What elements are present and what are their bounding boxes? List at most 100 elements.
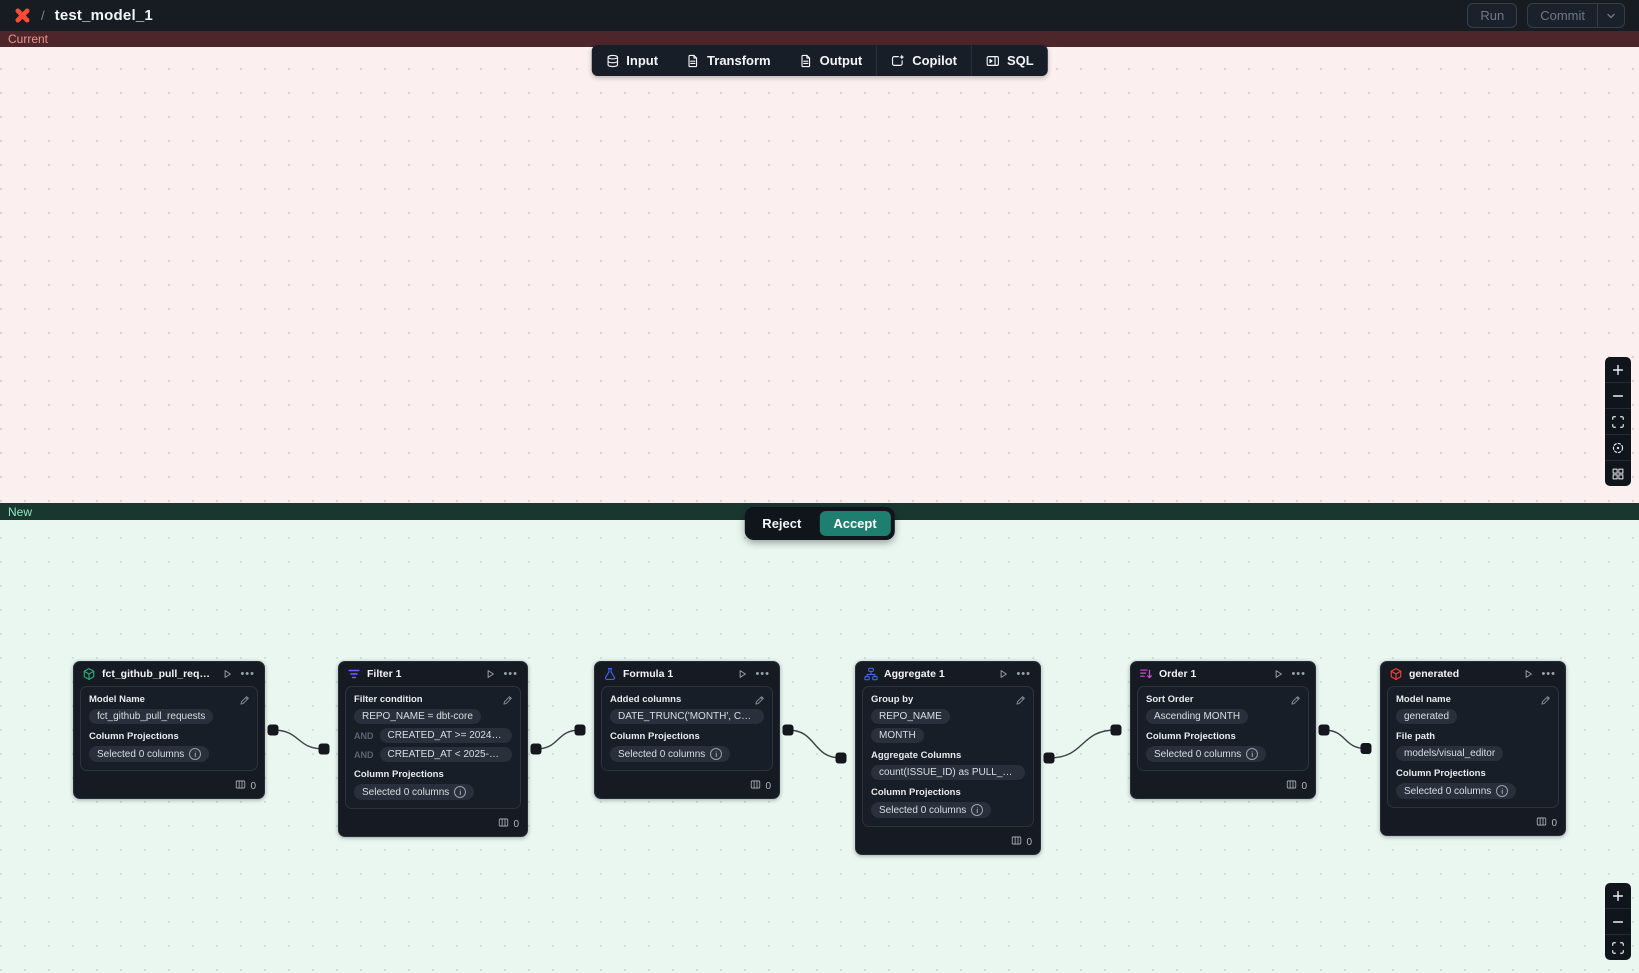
edge-connector[interactable]	[788, 730, 841, 758]
file-icon	[799, 54, 813, 68]
node-sections: Model namegeneratedFile pathmodels/visua…	[1396, 694, 1550, 799]
more-menu-icon[interactable]: •••	[502, 669, 519, 680]
commit-button[interactable]: Commit	[1528, 4, 1597, 27]
target-handle[interactable]	[575, 725, 586, 736]
play-icon[interactable]	[1522, 668, 1534, 680]
chevron-down-icon[interactable]	[1598, 4, 1624, 27]
section-label: Column Projections	[354, 769, 512, 780]
zoom-out-button[interactable]	[1605, 908, 1631, 934]
target-handle[interactable]	[1361, 743, 1372, 754]
center-view-button[interactable]	[1605, 434, 1631, 460]
node-row: count(ISSUE_ID) as PULL_REQUEST_…	[871, 765, 1025, 780]
source-handle[interactable]	[531, 744, 542, 755]
edge-connector[interactable]	[273, 730, 324, 749]
more-menu-icon[interactable]: •••	[1540, 669, 1557, 680]
formula-flask-icon	[603, 667, 617, 681]
play-icon[interactable]	[1272, 668, 1284, 680]
info-icon[interactable]: i	[189, 748, 201, 760]
visual-editor-app: / test_model_1 Run Commit Current New fc…	[0, 0, 1639, 973]
node-body: Model namegeneratedFile pathmodels/visua…	[1387, 686, 1559, 808]
node-header: Order 1 •••	[1131, 662, 1315, 685]
value-pill: generated	[1396, 709, 1457, 724]
commit-button-group[interactable]: Commit	[1527, 3, 1625, 28]
info-icon[interactable]: i	[1246, 748, 1258, 760]
node-fct-github-pull-requests[interactable]: fct_github_pull_requests ••• Model Namef…	[73, 661, 265, 799]
columns-icon	[235, 779, 246, 793]
dbt-logo-icon[interactable]	[14, 7, 31, 24]
info-icon[interactable]: i	[454, 786, 466, 798]
more-menu-icon[interactable]: •••	[239, 669, 256, 680]
value-pill: CREATED_AT < 2025-03-01	[380, 747, 513, 762]
edge-connector[interactable]	[1049, 730, 1116, 758]
pill-text: REPO_NAME = dbt-core	[362, 711, 473, 722]
node-row: Selected 0 columnsi	[1396, 783, 1550, 799]
play-icon[interactable]	[736, 668, 748, 680]
node-row: Selected 0 columnsi	[354, 784, 512, 800]
info-icon[interactable]: i	[1496, 785, 1508, 797]
toolbar-item-input[interactable]: Input	[591, 45, 672, 76]
review-bar: Reject Accept	[744, 507, 894, 540]
plus-icon	[1611, 889, 1625, 903]
source-handle[interactable]	[1044, 753, 1055, 764]
run-button[interactable]: Run	[1467, 3, 1517, 28]
edit-pencil-icon[interactable]	[1015, 693, 1026, 711]
fit-view-button[interactable]	[1605, 934, 1631, 960]
node-sections: Added columnsDATE_TRUNC('MONTH', CREATED…	[610, 694, 764, 762]
reject-button[interactable]: Reject	[748, 511, 815, 536]
result-row-count: 0	[513, 819, 519, 830]
more-menu-icon[interactable]: •••	[1015, 669, 1032, 680]
info-icon[interactable]: i	[971, 804, 983, 816]
zoom-out-button[interactable]	[1605, 382, 1631, 408]
node-formula-1[interactable]: Formula 1 ••• Added columnsDATE_TRUNC('M…	[594, 661, 780, 799]
play-icon[interactable]	[484, 668, 496, 680]
play-icon[interactable]	[997, 668, 1009, 680]
node-filter-1[interactable]: Filter 1 ••• Filter conditionREPO_NAME =…	[338, 661, 528, 837]
value-pill: REPO_NAME	[871, 709, 950, 724]
fit-view-button[interactable]	[1605, 408, 1631, 434]
node-sections: Sort OrderAscending MONTHColumn Projecti…	[1146, 694, 1300, 762]
value-pill: Selected 0 columnsi	[1396, 783, 1516, 799]
edit-pencil-icon[interactable]	[239, 693, 250, 711]
node-row: REPO_NAME	[871, 709, 1025, 724]
toolbar-item-sql[interactable]: SQL	[972, 45, 1048, 76]
target-handle[interactable]	[1111, 725, 1122, 736]
node-row: fct_github_pull_requests	[89, 709, 249, 724]
toolbar-item-transform[interactable]: Transform	[672, 45, 785, 76]
accept-button[interactable]: Accept	[819, 511, 890, 536]
edit-pencil-icon[interactable]	[502, 693, 513, 711]
pill-text: Selected 0 columns	[97, 749, 184, 760]
more-menu-icon[interactable]: •••	[754, 669, 771, 680]
edit-pencil-icon[interactable]	[1540, 693, 1551, 711]
more-menu-icon[interactable]: •••	[1290, 669, 1307, 680]
zoom-in-button[interactable]	[1605, 357, 1631, 382]
node-body: Model Namefct_github_pull_requestsColumn…	[80, 686, 258, 771]
toolbar-item-copilot[interactable]: Copilot	[877, 45, 971, 76]
info-icon[interactable]: i	[710, 748, 722, 760]
current-canvas[interactable]	[0, 47, 1639, 503]
pill-text: REPO_NAME	[879, 711, 942, 722]
value-pill: Selected 0 columnsi	[354, 784, 474, 800]
target-handle[interactable]	[319, 744, 330, 755]
edge-connector[interactable]	[536, 730, 580, 749]
source-handle[interactable]	[783, 725, 794, 736]
value-pill: Selected 0 columnsi	[871, 802, 991, 818]
play-icon[interactable]	[221, 668, 233, 680]
edge-connector[interactable]	[1324, 730, 1366, 749]
zoom-in-button[interactable]	[1605, 883, 1631, 908]
node-order-1[interactable]: Order 1 ••• Sort OrderAscending MONTHCol…	[1130, 661, 1316, 799]
target-handle[interactable]	[836, 753, 847, 764]
node-aggregate-1[interactable]: Aggregate 1 ••• Group byREPO_NAMEMONTHAg…	[855, 661, 1041, 855]
grid-view-button[interactable]	[1605, 460, 1631, 486]
source-handle[interactable]	[1319, 725, 1330, 736]
section-label: Column Projections	[610, 731, 764, 742]
toolbar-item-output[interactable]: Output	[785, 45, 877, 76]
node-body: Added columnsDATE_TRUNC('MONTH', CREATED…	[601, 686, 773, 771]
edit-pencil-icon[interactable]	[1290, 693, 1301, 711]
source-handle[interactable]	[268, 725, 279, 736]
node-generated[interactable]: generated ••• Model namegeneratedFile pa…	[1380, 661, 1566, 836]
toolbar-item-label: Output	[820, 53, 863, 68]
new-canvas[interactable]: fct_github_pull_requests ••• Model Namef…	[0, 520, 1639, 973]
pill-text: Selected 0 columns	[1154, 749, 1241, 760]
edit-pencil-icon[interactable]	[754, 693, 765, 711]
section-label: Sort Order	[1146, 694, 1300, 705]
